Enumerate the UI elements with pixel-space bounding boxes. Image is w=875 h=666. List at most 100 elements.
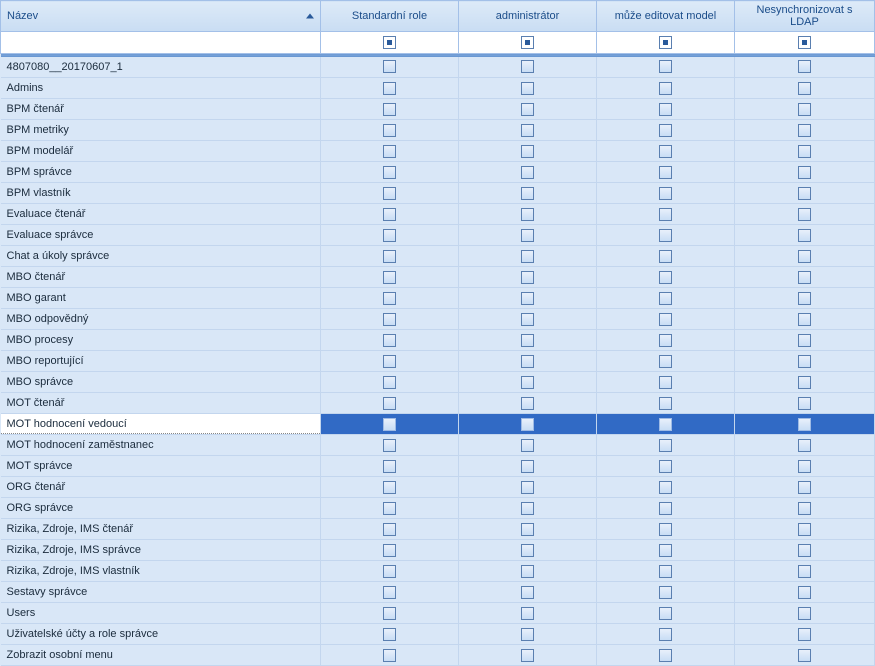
row-checkbox-admin[interactable] (521, 313, 534, 326)
row-checkbox-ldap[interactable] (798, 418, 811, 431)
row-name-cell[interactable]: ORG správce (1, 498, 321, 519)
row-checkbox-standard-role[interactable] (383, 397, 396, 410)
row-checkbox-edit-model[interactable] (659, 145, 672, 158)
row-name-cell[interactable]: Rizika, Zdroje, IMS správce (1, 540, 321, 561)
row-name-cell[interactable]: Uživatelské účty a role správce (1, 624, 321, 645)
row-name-cell[interactable]: Zobrazit osobní menu (1, 645, 321, 666)
row-checkbox-admin[interactable] (521, 397, 534, 410)
row-name-cell[interactable]: MBO čtenář (1, 267, 321, 288)
row-checkbox-admin[interactable] (521, 460, 534, 473)
row-checkbox-ldap[interactable] (798, 355, 811, 368)
row-checkbox-edit-model[interactable] (659, 607, 672, 620)
table-row[interactable]: MBO správce (1, 372, 875, 393)
row-name-cell[interactable]: MBO odpovědný (1, 309, 321, 330)
table-row[interactable]: Rizika, Zdroje, IMS vlastník (1, 561, 875, 582)
row-name-cell[interactable]: Rizika, Zdroje, IMS čtenář (1, 519, 321, 540)
row-checkbox-ldap[interactable] (798, 628, 811, 641)
row-checkbox-ldap[interactable] (798, 250, 811, 263)
row-checkbox-ldap[interactable] (798, 60, 811, 73)
table-row[interactable]: BPM modelář (1, 141, 875, 162)
row-name-cell[interactable]: MBO garant (1, 288, 321, 309)
table-row[interactable]: MBO procesy (1, 330, 875, 351)
table-row[interactable]: Chat a úkoly správce (1, 246, 875, 267)
row-checkbox-standard-role[interactable] (383, 607, 396, 620)
row-checkbox-standard-role[interactable] (383, 502, 396, 515)
table-row[interactable]: Sestavy správce (1, 582, 875, 603)
row-checkbox-ldap[interactable] (798, 271, 811, 284)
column-header-ldap[interactable]: Nesynchronizovat s LDAP (735, 1, 875, 32)
row-checkbox-edit-model[interactable] (659, 313, 672, 326)
row-name-cell[interactable]: MOT hodnocení vedoucí (1, 414, 321, 435)
row-checkbox-admin[interactable] (521, 124, 534, 137)
row-checkbox-ldap[interactable] (798, 82, 811, 95)
row-checkbox-admin[interactable] (521, 82, 534, 95)
row-checkbox-edit-model[interactable] (659, 544, 672, 557)
row-checkbox-ldap[interactable] (798, 523, 811, 536)
row-checkbox-admin[interactable] (521, 481, 534, 494)
row-checkbox-edit-model[interactable] (659, 103, 672, 116)
table-row[interactable]: MBO čtenář (1, 267, 875, 288)
row-checkbox-standard-role[interactable] (383, 271, 396, 284)
filter-checkbox-ldap[interactable] (798, 36, 811, 49)
row-name-cell[interactable]: Users (1, 603, 321, 624)
table-row[interactable]: Users (1, 603, 875, 624)
row-name-cell[interactable]: BPM metriky (1, 120, 321, 141)
column-header-admin[interactable]: administrátor (459, 1, 597, 32)
table-row[interactable]: MOT správce (1, 456, 875, 477)
row-checkbox-standard-role[interactable] (383, 460, 396, 473)
row-checkbox-ldap[interactable] (798, 565, 811, 578)
row-checkbox-admin[interactable] (521, 502, 534, 515)
row-checkbox-standard-role[interactable] (383, 250, 396, 263)
row-checkbox-standard-role[interactable] (383, 229, 396, 242)
row-checkbox-admin[interactable] (521, 544, 534, 557)
row-checkbox-edit-model[interactable] (659, 481, 672, 494)
row-name-cell[interactable]: BPM vlastník (1, 183, 321, 204)
row-checkbox-edit-model[interactable] (659, 82, 672, 95)
filter-input-name[interactable] (1, 32, 320, 53)
table-row[interactable]: MBO odpovědný (1, 309, 875, 330)
column-header-name[interactable]: Název (1, 1, 321, 32)
row-checkbox-admin[interactable] (521, 523, 534, 536)
row-checkbox-standard-role[interactable] (383, 166, 396, 179)
table-row[interactable]: BPM metriky (1, 120, 875, 141)
row-checkbox-edit-model[interactable] (659, 187, 672, 200)
column-header-edit-model[interactable]: může editovat model (597, 1, 735, 32)
row-checkbox-ldap[interactable] (798, 208, 811, 221)
table-row[interactable]: 4807080__20170607_1 (1, 57, 875, 78)
row-name-cell[interactable]: Chat a úkoly správce (1, 246, 321, 267)
row-checkbox-admin[interactable] (521, 166, 534, 179)
row-checkbox-edit-model[interactable] (659, 628, 672, 641)
row-name-cell[interactable]: BPM čtenář (1, 99, 321, 120)
row-checkbox-admin[interactable] (521, 145, 534, 158)
row-checkbox-edit-model[interactable] (659, 460, 672, 473)
row-checkbox-standard-role[interactable] (383, 208, 396, 221)
row-checkbox-ldap[interactable] (798, 334, 811, 347)
row-checkbox-edit-model[interactable] (659, 502, 672, 515)
row-checkbox-standard-role[interactable] (383, 145, 396, 158)
table-row[interactable]: MOT hodnocení zaměstnanec (1, 435, 875, 456)
row-checkbox-admin[interactable] (521, 418, 534, 431)
row-checkbox-edit-model[interactable] (659, 292, 672, 305)
row-checkbox-admin[interactable] (521, 586, 534, 599)
row-checkbox-edit-model[interactable] (659, 355, 672, 368)
row-checkbox-ldap[interactable] (798, 292, 811, 305)
table-row[interactable]: Admins (1, 78, 875, 99)
row-checkbox-admin[interactable] (521, 103, 534, 116)
row-checkbox-standard-role[interactable] (383, 187, 396, 200)
row-checkbox-admin[interactable] (521, 607, 534, 620)
row-checkbox-edit-model[interactable] (659, 250, 672, 263)
row-checkbox-standard-role[interactable] (383, 586, 396, 599)
row-name-cell[interactable]: ORG čtenář (1, 477, 321, 498)
row-name-cell[interactable]: MBO správce (1, 372, 321, 393)
row-name-cell[interactable]: Admins (1, 78, 321, 99)
row-checkbox-edit-model[interactable] (659, 229, 672, 242)
row-checkbox-edit-model[interactable] (659, 439, 672, 452)
row-checkbox-admin[interactable] (521, 628, 534, 641)
row-checkbox-edit-model[interactable] (659, 208, 672, 221)
table-row[interactable]: MBO garant (1, 288, 875, 309)
row-checkbox-edit-model[interactable] (659, 649, 672, 662)
row-name-cell[interactable]: Sestavy správce (1, 582, 321, 603)
row-checkbox-ldap[interactable] (798, 229, 811, 242)
row-checkbox-edit-model[interactable] (659, 565, 672, 578)
row-checkbox-standard-role[interactable] (383, 439, 396, 452)
